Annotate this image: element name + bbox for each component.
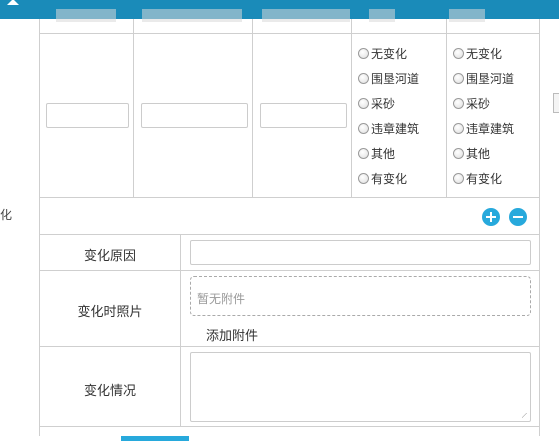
column-divider [351, 19, 352, 197]
radio-label: 无变化 [466, 47, 503, 61]
radio-icon[interactable] [358, 98, 369, 109]
change-status-textarea[interactable] [190, 352, 531, 422]
remove-icon [513, 216, 523, 218]
column-divider [446, 19, 447, 197]
table-border [39, 19, 40, 436]
attachment-empty-text: 暂无附件 [197, 292, 246, 306]
column-header-cut [369, 9, 395, 22]
radio-icon[interactable] [453, 123, 464, 134]
radio-label: 无变化 [371, 47, 408, 61]
radio-label: 其他 [466, 147, 491, 161]
radio-label: 违章建筑 [371, 122, 420, 136]
radio-icon[interactable] [358, 73, 369, 84]
radio-label: 采砂 [371, 97, 396, 111]
radio-option[interactable]: 有变化 [358, 166, 419, 191]
row-divider [39, 33, 539, 34]
radio-label: 有变化 [371, 172, 408, 186]
radio-option[interactable]: 其他 [453, 141, 514, 166]
row-divider [39, 346, 539, 347]
change-type-radio-group-1: 无变化 围垦河道 采砂 违章建筑 其他 有变化 [358, 41, 419, 191]
radio-icon[interactable] [453, 48, 464, 59]
remove-row-button[interactable] [509, 208, 527, 226]
column-divider [133, 19, 134, 197]
radio-icon[interactable] [358, 123, 369, 134]
radio-label: 其他 [371, 147, 396, 161]
bottom-accent-bar [121, 436, 189, 441]
row-divider [39, 197, 539, 198]
radio-icon[interactable] [358, 148, 369, 159]
radio-icon[interactable] [453, 173, 464, 184]
add-attachment-link[interactable]: 添加附件 [206, 325, 258, 344]
change-reason-label: 变化原因 [83, 249, 136, 264]
radio-option[interactable]: 有变化 [453, 166, 514, 191]
row-divider [39, 270, 539, 271]
radio-label: 违章建筑 [466, 122, 515, 136]
resize-grip-icon[interactable] [522, 413, 527, 418]
radio-option[interactable]: 围垦河道 [453, 66, 514, 91]
radio-icon[interactable] [453, 73, 464, 84]
radio-label: 采砂 [466, 97, 491, 111]
column-header-cut [262, 9, 350, 22]
left-page-fragment: 化 [0, 208, 13, 222]
change-reason-input[interactable] [190, 240, 531, 265]
right-scroll-fragment [553, 93, 559, 113]
column-header-cut [56, 9, 116, 22]
change-type-radio-group-2: 无变化 围垦河道 采砂 违章建筑 其他 有变化 [453, 41, 514, 191]
radio-option[interactable]: 违章建筑 [453, 116, 514, 141]
column-header-cut [449, 9, 485, 22]
radio-icon[interactable] [358, 173, 369, 184]
add-row-button[interactable] [482, 208, 500, 226]
radio-icon[interactable] [453, 148, 464, 159]
radio-option[interactable]: 围垦河道 [358, 66, 419, 91]
radio-option[interactable]: 无变化 [358, 41, 419, 66]
value-input-3[interactable] [260, 103, 347, 128]
value-input-1[interactable] [46, 103, 129, 128]
row-divider [39, 234, 539, 235]
radio-option[interactable]: 无变化 [453, 41, 514, 66]
radio-icon[interactable] [358, 48, 369, 59]
radio-option[interactable]: 违章建筑 [358, 116, 419, 141]
radio-label: 有变化 [466, 172, 503, 186]
radio-option[interactable]: 采砂 [453, 91, 514, 116]
chevron-up-icon[interactable] [7, 0, 19, 5]
radio-icon[interactable] [453, 98, 464, 109]
radio-label: 围垦河道 [466, 72, 515, 86]
radio-label: 围垦河道 [371, 72, 420, 86]
change-photo-label: 变化时照片 [77, 305, 143, 320]
add-icon [490, 212, 492, 222]
row-divider [39, 426, 539, 427]
radio-option[interactable]: 其他 [358, 141, 419, 166]
column-divider [180, 234, 181, 426]
table-border [539, 19, 540, 436]
value-input-2[interactable] [141, 103, 248, 128]
column-header-cut [142, 9, 242, 22]
radio-option[interactable]: 采砂 [358, 91, 419, 116]
change-status-label: 变化情况 [83, 384, 136, 399]
column-divider [252, 19, 253, 197]
